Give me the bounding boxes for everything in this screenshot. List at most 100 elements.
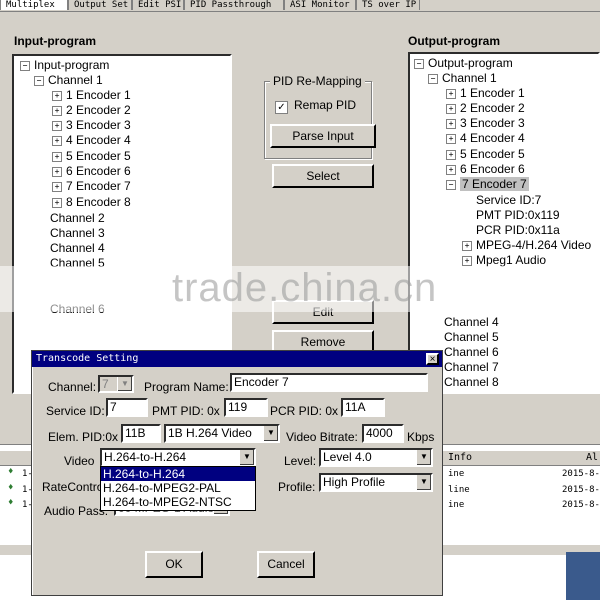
input-encoder-item[interactable]: +2 Encoder 2 (52, 103, 131, 117)
video-option[interactable]: H.264-to-H.264 (101, 467, 255, 481)
input-encoder-item[interactable]: +1 Encoder 1 (52, 88, 131, 102)
program-name-input[interactable]: Encoder 7 (230, 373, 428, 392)
expand-icon[interactable]: + (52, 152, 62, 162)
tab-asi-monitor[interactable]: ASI Monitor (284, 0, 356, 10)
tab-strip: Multiplex Output Set Edit PSI PID Passth… (0, 0, 600, 12)
expand-icon[interactable]: + (446, 119, 456, 129)
pid-remapping-title: PID Re-Mapping (270, 74, 365, 88)
input-channel-item[interactable]: Channel 3 (50, 226, 105, 240)
expand-icon[interactable]: + (52, 182, 62, 192)
input-encoder-item[interactable]: +5 Encoder 5 (52, 149, 131, 163)
video-dropdown-list[interactable]: H.264-to-H.264 H.264-to-MPEG2-PAL H.264-… (100, 466, 256, 511)
pmt-pid-label: PMT PID: 0x (152, 404, 220, 418)
channel-select[interactable]: 7 ▼ (98, 375, 134, 393)
input-channel-item[interactable]: Channel 2 (50, 211, 105, 225)
output-detail-item: PMT PID:0x119 (476, 208, 560, 222)
level-select[interactable]: Level 4.0 ▼ (319, 448, 433, 467)
chevron-down-icon[interactable]: ▼ (239, 450, 254, 465)
input-program-tree[interactable]: − Input-program − Channel 1 +1 Encoder 1 +… (12, 54, 232, 394)
background-window-edge (566, 552, 600, 600)
output-encoder-item-selected[interactable]: −7 Encoder 7 (446, 177, 529, 191)
output-channel-item[interactable]: Channel 8 (444, 375, 499, 389)
output-encoder-item[interactable]: +6 Encoder 6 (446, 162, 525, 176)
expand-icon[interactable]: + (446, 89, 456, 99)
expand-icon[interactable]: + (52, 91, 62, 101)
output-stream-item[interactable]: + MPEG-4/H.264 Video (462, 238, 591, 252)
output-encoder-item[interactable]: +3 Encoder 3 (446, 116, 525, 130)
parse-input-button[interactable]: Parse Input (270, 124, 376, 148)
collapse-icon[interactable]: − (20, 61, 30, 71)
tab-pid-passthrough[interactable]: PID Passthrough (184, 0, 284, 10)
profile-select[interactable]: High Profile ▼ (319, 473, 433, 492)
video-option[interactable]: H.264-to-MPEG2-PAL (101, 481, 255, 495)
input-encoder-item[interactable]: +7 Encoder 7 (52, 179, 131, 193)
select-button[interactable]: Select (272, 164, 374, 188)
output-encoder-item[interactable]: +1 Encoder 1 (446, 86, 525, 100)
output-encoder-item[interactable]: +5 Encoder 5 (446, 147, 525, 161)
input-tree-root[interactable]: − Input-program (20, 58, 109, 72)
collapse-icon[interactable]: − (414, 59, 424, 69)
video-bitrate-input[interactable]: 4000 (362, 424, 404, 443)
output-channel-item[interactable]: Channel 4 (444, 315, 499, 329)
output-channel-item[interactable]: Channel 5 (444, 330, 499, 344)
pcr-pid-label: PCR PID: 0x (270, 404, 339, 418)
expand-icon[interactable]: + (446, 150, 456, 160)
expand-icon[interactable]: + (462, 241, 472, 251)
elem-type-select[interactable]: 1B H.264 Video ▼ (164, 424, 280, 443)
input-channel-item[interactable]: Channel 4 (50, 241, 105, 255)
collapse-icon[interactable]: − (428, 74, 438, 84)
collapse-icon[interactable]: − (446, 180, 456, 190)
grid-header-al: Al (586, 452, 599, 463)
transcode-setting-dialog: Transcode Setting × Channel: 7 ▼ Program … (31, 350, 443, 596)
collapse-icon[interactable]: − (34, 76, 44, 86)
output-program-title: Output-program (408, 34, 500, 48)
expand-icon[interactable]: + (52, 121, 62, 131)
expand-icon[interactable]: + (446, 165, 456, 175)
elem-pid-input[interactable]: 11B (121, 424, 161, 443)
checkmark-icon[interactable]: ✓ (275, 101, 288, 114)
tab-edit-psi[interactable]: Edit PSI (132, 0, 184, 10)
ok-button[interactable]: OK (145, 551, 203, 578)
output-channel-item[interactable]: Channel 7 (444, 360, 499, 374)
tab-multiplex[interactable]: Multiplex (0, 0, 68, 10)
expand-icon[interactable]: + (462, 256, 472, 266)
output-encoder-item[interactable]: +4 Encoder 4 (446, 131, 525, 145)
chevron-down-icon[interactable]: ▼ (117, 377, 132, 391)
output-encoder-item[interactable]: +2 Encoder 2 (446, 101, 525, 115)
cancel-button[interactable]: Cancel (257, 551, 315, 578)
audio-pass-label: Audio Pass: (44, 504, 109, 518)
chevron-down-icon[interactable]: ▼ (416, 475, 431, 490)
grid-header-info: Info (448, 452, 473, 463)
expand-icon[interactable]: + (52, 136, 62, 146)
output-detail-item: PCR PID:0x11a (476, 223, 560, 237)
pcr-pid-input[interactable]: 11A (341, 398, 385, 417)
chevron-down-icon[interactable]: ▼ (263, 426, 278, 441)
tab-ts-over-ip[interactable]: TS over IP (356, 0, 420, 10)
output-channel-item[interactable]: Channel 6 (444, 345, 499, 359)
close-button[interactable]: × (426, 353, 439, 365)
expand-icon[interactable]: + (52, 106, 62, 116)
output-program-tree[interactable]: − Output-program − Channel 1 +1 Encoder 1 … (408, 52, 600, 394)
video-option[interactable]: H.264-to-MPEG2-NTSC (101, 495, 255, 509)
chevron-down-icon[interactable]: ▼ (416, 450, 431, 465)
output-tree-root[interactable]: − Output-program (414, 56, 513, 70)
pmt-pid-input[interactable]: 119 (224, 398, 268, 417)
remap-pid-checkbox[interactable]: ✓ Remap PID (275, 98, 356, 114)
tab-output-set[interactable]: Output Set (68, 0, 132, 10)
input-channel-1[interactable]: − Channel 1 (34, 73, 103, 87)
expand-icon[interactable]: + (446, 104, 456, 114)
input-encoder-item[interactable]: +8 Encoder 8 (52, 195, 131, 209)
video-select[interactable]: H.264-to-H.264 ▼ (100, 448, 256, 467)
input-encoder-item[interactable]: +6 Encoder 6 (52, 164, 131, 178)
output-stream-item[interactable]: + Mpeg1 Audio (462, 253, 546, 267)
expand-icon[interactable]: + (52, 198, 62, 208)
watermark-text: trade.china.cn (172, 266, 438, 310)
expand-icon[interactable]: + (52, 167, 62, 177)
input-encoder-item[interactable]: +4 Encoder 4 (52, 133, 131, 147)
output-channel-1[interactable]: − Channel 1 (428, 71, 497, 85)
input-encoder-item[interactable]: +3 Encoder 3 (52, 118, 131, 132)
input-program-title: Input-program (14, 34, 96, 48)
expand-icon[interactable]: + (446, 134, 456, 144)
level-label: Level: (284, 454, 317, 468)
service-id-input[interactable]: 7 (106, 398, 148, 417)
